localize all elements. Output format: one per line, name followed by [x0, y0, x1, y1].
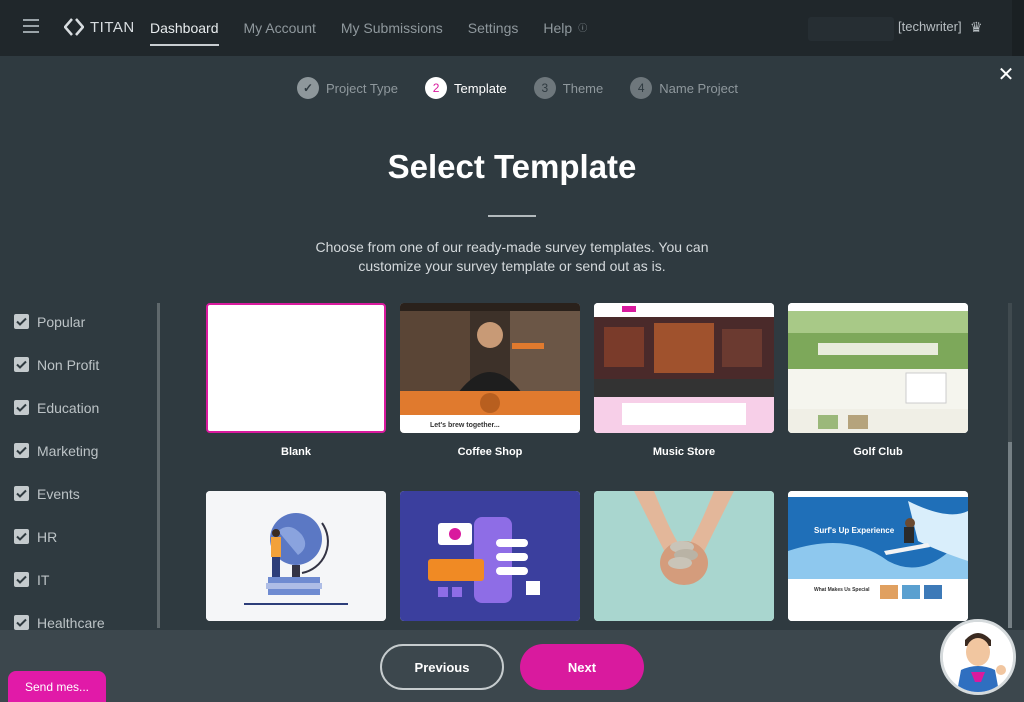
golf-club-thumbnail — [788, 303, 968, 433]
sidebar-scrollbar[interactable] — [157, 303, 160, 628]
checkbox-checked-icon[interactable] — [14, 400, 29, 415]
education-globe-thumbnail — [206, 491, 386, 621]
wizard-footer — [0, 630, 1024, 702]
step-name-project[interactable]: 4 Name Project — [630, 77, 738, 99]
tech-app-thumbnail — [400, 491, 580, 621]
send-message-button[interactable]: Send mes... — [8, 671, 106, 702]
checkbox-checked-icon[interactable] — [14, 529, 29, 544]
surf-title: Surf's Up Experience — [814, 526, 895, 535]
page-title: Select Template — [387, 148, 637, 185]
template-label: Blank — [281, 446, 311, 458]
checkbox-checked-icon[interactable] — [14, 443, 29, 458]
support-mascot-avatar[interactable] — [940, 619, 1016, 695]
template-golf-club[interactable] — [788, 303, 968, 433]
checkbox-checked-icon[interactable] — [14, 486, 29, 501]
category-popular[interactable]: Popular — [14, 300, 160, 343]
hamburger-menu-icon[interactable] — [23, 19, 39, 33]
nav-my-account[interactable]: My Account — [244, 0, 316, 56]
coffee-shop-thumbnail: Let's brew together... — [400, 303, 580, 433]
category-it[interactable]: IT — [14, 558, 160, 601]
crown-icon: ♛ — [970, 19, 983, 35]
info-icon: ⓘ — [578, 23, 588, 33]
template-surf[interactable]: Surf's Up Experience What Makes Us Speci… — [788, 491, 968, 621]
coins-hands-thumbnail — [594, 491, 774, 621]
step-label: Name Project — [659, 80, 738, 96]
template-tech-app[interactable] — [400, 491, 580, 621]
wizard-stepper: ✓ Project Type 2 Template 3 Theme 4 Name… — [297, 77, 765, 99]
category-label: Education — [37, 399, 100, 416]
category-label: HR — [37, 528, 58, 545]
category-label: Healthcare — [37, 614, 105, 631]
step-label: Project Type — [326, 80, 399, 96]
checkbox-checked-icon[interactable] — [14, 572, 29, 587]
checkbox-checked-icon[interactable] — [14, 314, 29, 329]
main-nav: Dashboard My Account My Submissions Sett… — [150, 0, 587, 56]
nav-help-label: Help — [543, 20, 573, 36]
checkbox-checked-icon[interactable] — [14, 357, 29, 372]
template-coffee-shop[interactable]: Let's brew together... — [400, 303, 580, 433]
category-non-profit[interactable]: Non Profit — [14, 343, 160, 386]
nav-my-submissions[interactable]: My Submissions — [341, 0, 443, 56]
template-label: Coffee Shop — [457, 446, 523, 458]
page-subtitle: Choose from one of our ready-made survey… — [315, 239, 709, 274]
superhero-mascot-icon — [943, 622, 1013, 692]
surf-subtitle: What Makes Us Special — [814, 587, 870, 593]
surf-thumbnail: Surf's Up Experience What Makes Us Speci… — [788, 491, 968, 621]
step-number: 4 — [630, 77, 653, 99]
titan-logo[interactable]: TITAN — [64, 17, 135, 37]
nav-help[interactable]: Help ⓘ — [543, 0, 587, 56]
nav-settings[interactable]: Settings — [468, 0, 519, 56]
step-label: Template — [454, 80, 507, 96]
category-label: Popular — [37, 313, 86, 330]
coffee-tagline: Let's brew together... — [430, 422, 500, 429]
category-marketing[interactable]: Marketing — [14, 429, 160, 472]
template-label: Music Store — [652, 446, 716, 458]
category-label: IT — [37, 571, 50, 588]
brand-name: TITAN — [90, 18, 135, 36]
close-icon[interactable]: ✕ — [996, 65, 1016, 85]
check-icon: ✓ — [297, 77, 319, 99]
category-label: Marketing — [37, 442, 99, 459]
checkbox-checked-icon[interactable] — [14, 615, 29, 630]
step-project-type[interactable]: ✓ Project Type — [297, 77, 398, 99]
step-number: 2 — [425, 77, 448, 99]
step-label: Theme — [562, 80, 604, 96]
step-theme[interactable]: 3 Theme — [533, 77, 604, 99]
top-nav-bar: TITAN Dashboard My Account My Submission… — [0, 0, 1024, 56]
category-filter-list: Popular Non Profit Education Marketing E… — [14, 300, 160, 644]
category-education[interactable]: Education — [14, 386, 160, 429]
music-store-thumbnail — [594, 303, 774, 433]
template-music-store[interactable] — [594, 303, 774, 433]
username[interactable]: [techwriter] — [898, 19, 962, 34]
previous-button[interactable]: Previous — [380, 644, 504, 690]
nav-dashboard[interactable]: Dashboard — [150, 0, 219, 56]
category-label: Non Profit — [37, 356, 100, 373]
title-divider — [488, 215, 536, 217]
template-label: Golf Club — [853, 446, 903, 458]
step-template[interactable]: 2 Template — [425, 77, 507, 99]
blurred-user-info — [808, 17, 894, 41]
template-blank[interactable] — [206, 303, 386, 433]
window-scrollbar[interactable] — [1012, 0, 1024, 56]
next-button[interactable]: Next — [520, 644, 644, 690]
template-scrollbar-thumb[interactable] — [1008, 442, 1012, 628]
template-coins-hands[interactable] — [594, 491, 774, 621]
step-number: 3 — [533, 77, 556, 99]
template-education-globe[interactable] — [206, 491, 386, 621]
category-label: Events — [37, 485, 80, 502]
category-hr[interactable]: HR — [14, 515, 160, 558]
titan-logo-icon — [64, 18, 84, 36]
category-events[interactable]: Events — [14, 472, 160, 515]
